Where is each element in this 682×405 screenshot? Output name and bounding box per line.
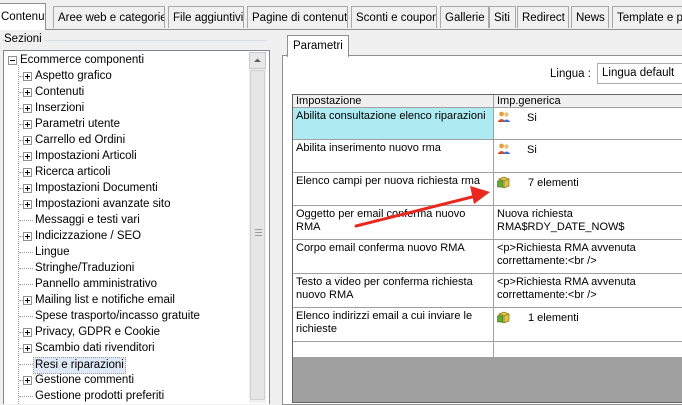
setting-name-cell[interactable]: Oggetto per email conferma nuovo RMA: [293, 206, 494, 240]
tree-expand-icon[interactable]: [23, 168, 32, 177]
setting-value-cell[interactable]: 7 elementi: [494, 173, 682, 206]
tree-item-impostazioni-documenti[interactable]: Impostazioni Documenti: [35, 181, 158, 196]
tree-guide-line: [19, 252, 33, 254]
tab-gallerie[interactable]: Gallerie: [440, 6, 489, 28]
setting-value-text: <p>Richiesta RMA avvenuta correttamente:…: [497, 276, 636, 301]
setting-value-text: Nuova richiesta RMA$RDY_DATE_NOW$: [497, 208, 625, 233]
setting-name-cell[interactable]: Testo a video per conferma richiesta nuo…: [293, 274, 494, 308]
tree-expand-icon[interactable]: [23, 120, 32, 129]
tab-template[interactable]: Template e pl: [612, 6, 682, 28]
tree-expand-icon[interactable]: [23, 328, 32, 337]
tree-expand-icon[interactable]: [23, 136, 32, 145]
tree-root[interactable]: Ecommerce componenti: [20, 53, 144, 68]
users-icon: [497, 143, 511, 155]
tree-expand-icon[interactable]: [23, 184, 32, 193]
tree-item-privacy-gdpr-e-cookie[interactable]: Privacy, GDPR e Cookie: [35, 325, 160, 340]
scroll-up-button[interactable]: [249, 52, 266, 69]
tree-item-ricerca-articoli[interactable]: Ricerca articoli: [35, 165, 110, 180]
tab-news[interactable]: News: [571, 6, 609, 28]
tab-sconti-e-coupon[interactable]: Sconti e coupon: [351, 6, 437, 28]
tab-aree-web-e-categorie[interactable]: Aree web e categorie: [53, 6, 165, 28]
language-select[interactable]: Lingua default: [597, 63, 682, 84]
tree-item-messaggi-e-testi-vari[interactable]: Messaggi e testi vari: [35, 213, 140, 228]
tree-guide-line: [19, 220, 33, 222]
tree-scrollbar[interactable]: [249, 52, 266, 403]
setting-value-cell[interactable]: Si: [494, 108, 682, 140]
setting-value-text: <p>Richiesta RMA avvenuta correttamente:…: [497, 242, 636, 267]
tree-expand-icon[interactable]: [23, 376, 32, 385]
settings-grid[interactable]: Impostazione Imp.generica Abilita consul…: [292, 94, 682, 403]
setting-name-cell[interactable]: Abilita inserimento nuovo rma: [293, 140, 494, 173]
sezioni-title: Sezioni: [4, 33, 45, 45]
tree-item-resi-e-riparazioni[interactable]: Resi e riparazioni: [33, 357, 126, 374]
tree-item-mailing-list-e-notifiche-email[interactable]: Mailing list e notifiche email: [35, 293, 175, 308]
tree-expand-icon[interactable]: [23, 152, 32, 161]
tab-redirect[interactable]: Redirect: [517, 6, 569, 28]
grip-line: [255, 235, 262, 236]
tree-expand-icon[interactable]: [23, 104, 32, 113]
column-header-imp-generica[interactable]: Imp.generica: [494, 95, 682, 108]
tree-item-contenuti[interactable]: Contenuti: [35, 85, 84, 100]
tree-item-carrello-ed-ordini[interactable]: Carrello ed Ordini: [35, 133, 125, 148]
setting-name-cell[interactable]: Abilita consultazione elenco riparazioni: [293, 108, 494, 140]
tree-item-inserzioni[interactable]: Inserzioni: [35, 101, 84, 116]
setting-value-cell[interactable]: Nuova richiesta RMA$RDY_DATE_NOW$: [494, 206, 682, 240]
tree-item-gestione-prodotti-preferiti[interactable]: Gestione prodotti preferiti: [35, 389, 164, 404]
package-icon: [497, 311, 511, 324]
tree-expand-icon[interactable]: [23, 72, 32, 81]
tab-divider: [0, 29, 682, 30]
tree-item-aspetto-grafico[interactable]: Aspetto grafico: [35, 69, 112, 84]
setting-name-cell[interactable]: Elenco campi per nuova richiesta rma: [293, 173, 494, 206]
tree-item-lingue[interactable]: Lingue: [35, 245, 70, 260]
tab-bar: Contenuti Aree web e categorie File aggi…: [0, 0, 682, 30]
chevron-up-icon: [254, 58, 261, 62]
setting-value-cell[interactable]: <p>Richiesta RMA avvenuta correttamente:…: [494, 274, 682, 308]
setting-value-cell[interactable]: [494, 342, 682, 358]
setting-value-text: 7 elementi: [528, 177, 579, 189]
sections-tree[interactable]: Ecommerce componenti Aspetto grafico Cont…: [3, 50, 270, 404]
setting-value-cell[interactable]: <p>Richiesta RMA avvenuta correttamente:…: [494, 240, 682, 274]
tree-item-gestione-commenti[interactable]: Gestione commenti: [35, 373, 134, 388]
tree-guide-line: [19, 284, 33, 286]
tab-parametri[interactable]: Parametri: [287, 35, 349, 57]
tab-contenuti[interactable]: Contenuti: [0, 3, 46, 30]
grip-line: [255, 229, 262, 230]
tree-item-parametri-utente[interactable]: Parametri utente: [35, 117, 120, 132]
setting-name-cell[interactable]: Elenco indirizzi email a cui inviare le …: [293, 308, 494, 342]
setting-value-text: Si: [527, 112, 537, 124]
users-icon: [497, 111, 511, 123]
package-icon: [497, 176, 511, 189]
tree-guide-line: [19, 364, 33, 366]
setting-name-cell[interactable]: Corpo email conferma nuovo RMA: [293, 240, 494, 274]
tab-file-aggiuntivi[interactable]: File aggiuntivi: [168, 6, 244, 28]
tree-expand-icon[interactable]: [23, 344, 32, 353]
setting-value-cell[interactable]: 1 elementi: [494, 308, 682, 342]
root-collapse-icon[interactable]: [8, 56, 17, 65]
tree-item-indicizzazione-seo[interactable]: Indicizzazione / SEO: [35, 229, 141, 244]
column-header-impostazione[interactable]: Impostazione: [293, 95, 494, 108]
tree-item-impostazioni-articoli[interactable]: Impostazioni Articoli: [35, 149, 137, 164]
tree-expand-icon[interactable]: [23, 296, 32, 305]
tree-item-pannello-amministrativo[interactable]: Pannello amministrativo: [35, 277, 157, 292]
setting-name-cell[interactable]: [293, 342, 494, 358]
tree-expand-icon[interactable]: [23, 88, 32, 97]
scroll-thumb[interactable]: [250, 70, 265, 400]
tree-item-stringhe-traduzioni[interactable]: Stringhe/Traduzioni: [35, 261, 134, 276]
grip-line: [255, 232, 262, 233]
language-label: Lingua :: [550, 68, 591, 80]
tree-guide-line: [19, 268, 33, 270]
tree-expand-icon[interactable]: [23, 232, 32, 241]
tree-guide-line: [19, 396, 33, 398]
tree-item-scambio-dati-rivenditori[interactable]: Scambio dati rivenditori: [35, 341, 155, 356]
setting-value-cell[interactable]: Si: [494, 140, 682, 173]
tree-guide-line: [19, 316, 33, 318]
setting-value-text: Si: [527, 144, 537, 156]
tab-siti[interactable]: Siti: [489, 6, 516, 28]
tab-pagine-di-contenuti[interactable]: Pagine di contenuti: [247, 6, 348, 28]
tree-item-impostazioni-avanzate-sito[interactable]: Impostazioni avanzate sito: [35, 197, 171, 212]
setting-value-text: 1 elementi: [528, 312, 579, 324]
tree-guide-line: [18, 65, 20, 404]
tree-expand-icon[interactable]: [23, 200, 32, 209]
tree-item-spese-trasporto-incasso-gratuite[interactable]: Spese trasporto/incasso gratuite: [35, 309, 200, 324]
